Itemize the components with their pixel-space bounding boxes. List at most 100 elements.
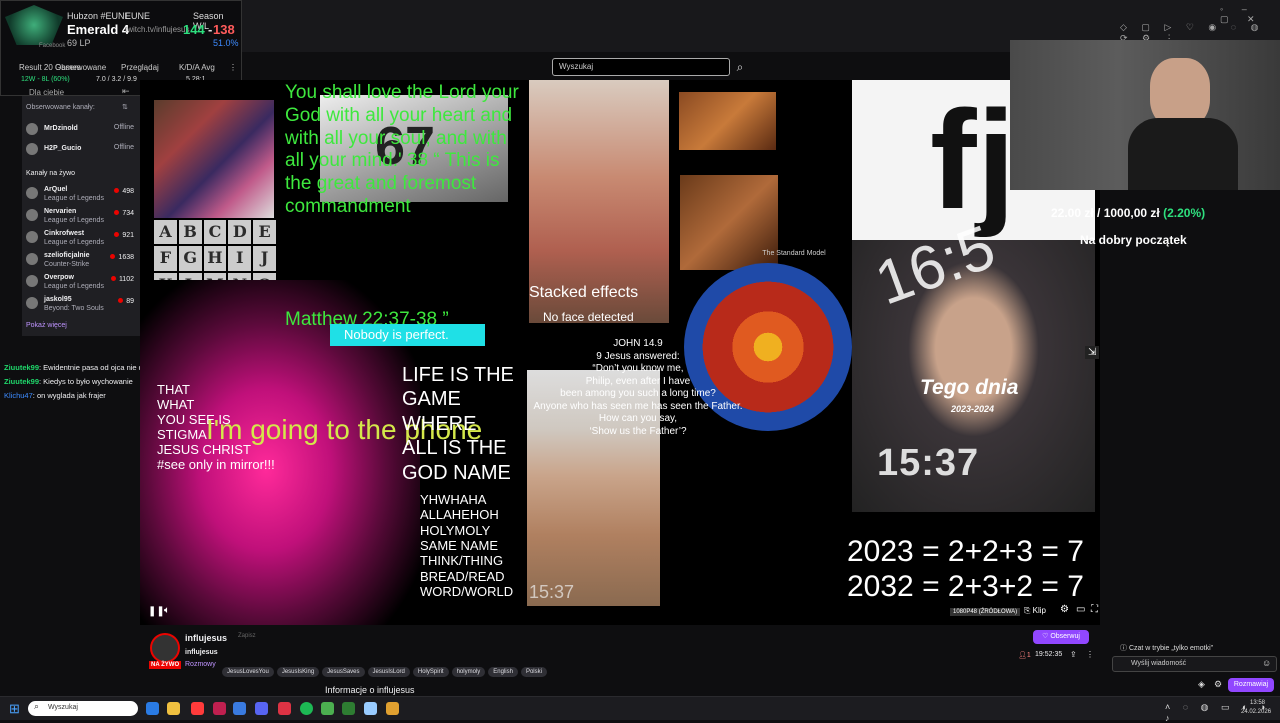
chat-settings-icon[interactable]: ⚙ — [1214, 679, 1222, 690]
expand-chat-icon[interactable]: ⇲ — [1085, 346, 1100, 359]
more-options-icon[interactable]: ⋮ — [1086, 650, 1094, 659]
clip-button[interactable]: ⎘ Klip — [1024, 606, 1046, 616]
app-icon[interactable] — [342, 702, 355, 715]
sidebar-item-live[interactable]: Nervarien League of Legends 734 — [26, 206, 138, 226]
chat-send-button[interactable]: Rozmawiaj — [1228, 678, 1274, 692]
about-heading: Informacje o influjesus — [325, 685, 415, 695]
discord-icon[interactable] — [255, 702, 268, 715]
sidebar-item-live[interactable]: Overpow League of Legends 1102 — [26, 272, 138, 292]
channel-name: szelioficjalnie — [44, 252, 90, 259]
pause-icon[interactable]: ❚❚ — [148, 606, 165, 617]
channel-game: Beyond: Two Souls — [44, 305, 104, 312]
category-link[interactable]: Rozmowy — [185, 661, 216, 668]
edge-icon[interactable] — [146, 702, 159, 715]
sidebar-item-live[interactable]: Cinkrofwest League of Legends 921 — [26, 228, 138, 248]
avatar — [26, 209, 38, 221]
no-face-label: No face detected — [543, 310, 634, 324]
overlay-summoner-name: Hubzon #EUNE — [67, 11, 131, 21]
file-explorer-icon[interactable] — [167, 702, 180, 715]
share-icon[interactable]: ⇪ — [1070, 650, 1077, 659]
fullscreen-icon[interactable]: ⛶ — [1091, 604, 1098, 615]
letter-cell: G — [178, 246, 202, 271]
sidebar-item-followed[interactable]: H2P_Gucio Offline — [26, 140, 138, 160]
webcam-overlay — [1010, 40, 1280, 190]
opera-gx-icon[interactable] — [213, 702, 226, 715]
stream-tag[interactable]: JesusIsKing — [276, 667, 320, 677]
quality-badge[interactable]: 1080P48 (ŹRÓDŁOWA) — [950, 608, 1021, 616]
clip-label: Klip — [1032, 606, 1046, 615]
taskbar-search[interactable]: Wyszukaj — [28, 701, 138, 716]
sidebar-item-live[interactable]: szelioficjalnie Counter-Strike 1638 — [26, 250, 138, 270]
stream-tag[interactable]: JesusIsLord — [367, 667, 410, 677]
letter-cell: A — [154, 220, 177, 245]
clip-icon: ⎘ — [1024, 606, 1033, 615]
viewer-count: 498 — [114, 188, 134, 195]
letter-cell: C — [203, 220, 227, 245]
chat-message: Ziuutek99: Kiedys to było wychowanie — [4, 377, 133, 386]
avatar — [26, 123, 38, 135]
windows-taskbar: ⊞ Wyszukaj ⌕ ˄ ◌ ◍ ▭ ◐ ◑ ♪ 13:58 24.02.2… — [0, 696, 1280, 723]
channel-name: jaskol95 — [44, 296, 72, 303]
channel-name[interactable]: influjesus — [185, 633, 227, 643]
overlay-lp: 69 LP — [67, 38, 91, 48]
chrome-icon[interactable] — [278, 702, 291, 715]
search-input[interactable]: Wyszukaj — [552, 58, 730, 76]
save-label[interactable]: Zapisz — [238, 633, 256, 639]
channel-name: MrDzinold — [44, 125, 78, 132]
clock-date: 24.02.2026 — [1241, 709, 1272, 715]
tag-list: JesusLovesYou JesusIsKing JesusSaves JesusI… — [222, 660, 550, 678]
stream-tag[interactable]: Polski — [520, 667, 547, 677]
word-list-item: THINK/THING — [420, 553, 504, 569]
stream-tag[interactable]: JesusSaves — [322, 667, 365, 677]
stream-tag[interactable]: English — [488, 667, 518, 677]
app-icon[interactable] — [321, 702, 334, 715]
chat-username[interactable]: Ziuutek99 — [4, 377, 39, 386]
sidebar-item-followed[interactable]: MrDzinold Offline — [26, 120, 138, 140]
app-icon[interactable] — [386, 702, 399, 715]
sort-icon[interactable]: ⇅ — [122, 103, 128, 111]
life-game-text: LIFE IS THE GAME WHERE ALL IS THE GOD NAME — [402, 364, 514, 484]
overlay-menu-icon[interactable]: ⋮ — [229, 63, 237, 72]
overlay-followed-link[interactable]: Obserwowane — [55, 63, 106, 72]
search-icon[interactable]: ⌕ — [731, 58, 749, 76]
goal-title: Na dobry początek — [1080, 233, 1187, 247]
chat-username[interactable]: Ziuutek99 — [4, 363, 39, 372]
overlay-wins: 144 — [183, 22, 205, 37]
theatre-mode-icon[interactable]: ▭ — [1076, 604, 1085, 615]
settings-icon[interactable]: ⚙ — [1060, 604, 1069, 615]
chat-username[interactable]: Klichu47 — [4, 391, 33, 400]
viewer-count: 👤︎1 — [1018, 652, 1031, 659]
windows-start-icon[interactable]: ⊞ — [9, 701, 20, 717]
follow-button[interactable]: ♡ Obserwuj — [1033, 630, 1089, 644]
avatar — [26, 187, 38, 199]
window-controls[interactable]: ◦ – ▢ ✕ — [1220, 4, 1280, 24]
sidebar-item-live[interactable]: ArQuel League of Legends 498 — [26, 184, 138, 204]
video-player[interactable]: ABCDEFGHIJKLMNOPRSTUVWXYZ 67 You shall l… — [140, 80, 1100, 625]
app-icon[interactable] — [233, 702, 246, 715]
letter-cell: H — [203, 246, 227, 271]
spotify-icon[interactable] — [300, 702, 313, 715]
sidebar-item-live[interactable]: jaskol95 Beyond: Two Souls 89 — [26, 294, 138, 314]
overlay-kda: 7.0 / 3.2 / 9.9 — [96, 76, 137, 83]
channel-status: Offline — [113, 124, 134, 131]
chat-input[interactable]: Wyślij wiadomość — [1112, 656, 1277, 672]
stream-tag[interactable]: holymoly — [451, 667, 486, 677]
stacked-effects-image: Stacked effects No face detected — [529, 80, 669, 324]
emote-icon[interactable]: ☺ — [1262, 658, 1271, 668]
equation-1: 2023 = 2+2+3 = 7 — [847, 535, 1084, 568]
viewer-count: 89 — [118, 298, 134, 305]
stream-tag[interactable]: HolySpirit — [412, 667, 449, 677]
bits-icon[interactable]: ◈ — [1198, 679, 1205, 690]
channel-avatar[interactable] — [150, 633, 180, 663]
channel-game: League of Legends — [44, 239, 104, 246]
chat-message: Klichu47: on wyglada jak frajer — [4, 391, 106, 400]
stream-tag[interactable]: JesusLovesYou — [222, 667, 274, 677]
opera-icon[interactable] — [191, 702, 204, 715]
volume-icon[interactable]: 🔈︎ — [164, 605, 170, 616]
overlay-browse-link[interactable]: Przeglądaj — [121, 63, 159, 72]
show-more-link[interactable]: Pokaż więcej — [26, 322, 67, 329]
letter-cell: E — [253, 220, 276, 245]
channel-name: Nervarien — [44, 208, 77, 215]
avatar — [26, 253, 38, 265]
app-icon[interactable] — [364, 702, 377, 715]
